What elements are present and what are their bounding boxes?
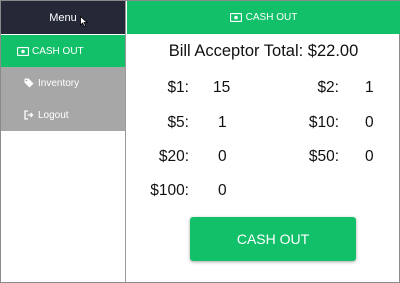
bill-count: 0	[365, 114, 374, 131]
bill-count: 0	[218, 182, 227, 199]
bill-acceptor-total: Bill Acceptor Total: $22.00	[168, 42, 359, 60]
logout-icon	[23, 110, 35, 120]
page-title: CASH OUT	[245, 12, 298, 23]
tag-icon	[23, 78, 35, 88]
main-panel: CASH OUT Bill Acceptor Total: $22.00 $1:…	[127, 1, 400, 282]
sidebar-item-label: Inventory	[38, 77, 80, 89]
bill-denomination: $50:	[308, 148, 339, 165]
sidebar-item-label: Logout	[38, 109, 69, 121]
menu-label: Menu	[49, 11, 77, 24]
bill-count: 0	[365, 148, 374, 165]
bill-denomination: $2:	[317, 79, 339, 96]
bill-row: $1: 15 $2: 1	[127, 79, 400, 99]
bill-denomination: $20:	[158, 148, 189, 165]
menu-header[interactable]: Menu	[1, 1, 125, 34]
bill-count: 15	[213, 79, 231, 96]
top-bar: CASH OUT	[127, 1, 400, 34]
bill-count: 0	[218, 148, 227, 165]
bill-denomination: $10:	[308, 114, 339, 131]
sidebar-item-inventory[interactable]: Inventory	[1, 67, 125, 99]
bill-row: $5: 1 $10: 0	[127, 114, 400, 134]
cash-icon	[17, 46, 29, 56]
mouse-cursor-icon	[80, 16, 88, 27]
bill-count: 1	[218, 114, 227, 131]
cash-out-button[interactable]: CASH OUT	[190, 217, 356, 261]
bill-row: $20: 0 $50: 0	[127, 148, 400, 168]
bill-row: $100: 0	[127, 182, 400, 202]
sidebar-item-label: CASH OUT	[32, 45, 84, 57]
bill-denomination: $1:	[167, 79, 189, 96]
sidebar-item-cash-out[interactable]: CASH OUT	[1, 35, 125, 67]
sidebar-item-logout[interactable]: Logout	[1, 99, 125, 131]
bill-count: 1	[365, 79, 374, 96]
bill-denomination: $5:	[167, 114, 189, 131]
sidebar: Menu CASH OUT Inventory Logout	[1, 1, 126, 282]
app-window: Menu CASH OUT Inventory Logout CASH OUT …	[0, 0, 400, 283]
cash-icon	[229, 13, 242, 22]
bill-denomination: $100:	[150, 182, 189, 199]
